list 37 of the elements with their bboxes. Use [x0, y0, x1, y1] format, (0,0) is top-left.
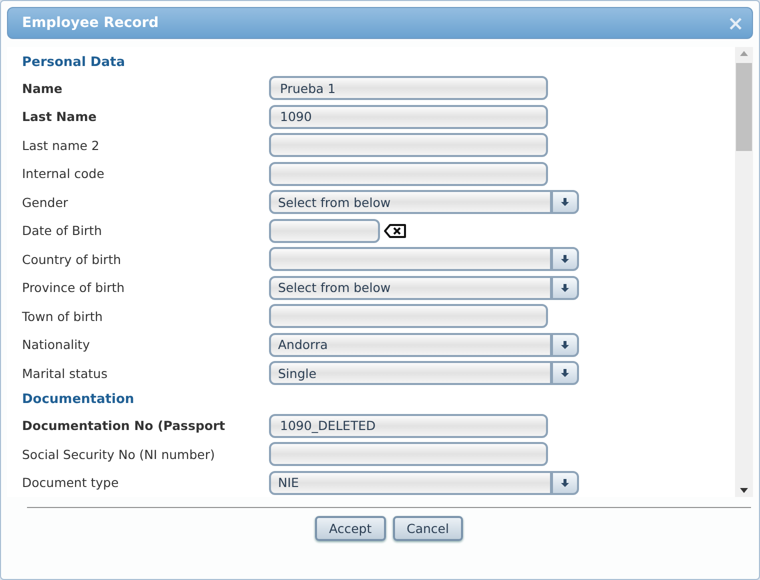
text-field[interactable]	[269, 304, 548, 328]
field-label: Town of birth	[22, 308, 104, 324]
field-label: Last name 2	[22, 138, 100, 153]
arrow-down-icon	[560, 478, 570, 488]
section-heading: Personal Data	[22, 54, 125, 70]
field-label: Name	[22, 80, 64, 96]
text-field[interactable]: 1090_DELETED	[269, 414, 548, 438]
field-label: Internal code	[22, 166, 106, 182]
clear-icon[interactable]	[384, 224, 407, 238]
dialog-button[interactable]: Accept	[315, 516, 386, 541]
scrollbar[interactable]	[735, 47, 753, 497]
text-field[interactable]	[269, 162, 548, 186]
field-label: Social Security No (NI number)	[22, 446, 216, 462]
text-field[interactable]	[269, 442, 548, 466]
scrollbar-thumb[interactable]	[736, 63, 752, 151]
date-field[interactable]	[269, 218, 380, 243]
arrow-down-icon	[560, 197, 570, 208]
dropdown[interactable]	[269, 247, 579, 272]
text-field[interactable]	[269, 133, 548, 158]
field-label: Province of birth	[22, 280, 126, 296]
text-field[interactable]: Prueba 1	[269, 76, 548, 100]
field-label: Last Name	[22, 109, 98, 124]
dialog-button[interactable]: Cancel	[392, 516, 463, 541]
section-heading: Documentation	[22, 392, 134, 407]
field-label: Documentation No (Passport	[22, 418, 226, 434]
field-label: Country of birth	[22, 252, 122, 267]
arrow-down-icon	[560, 368, 570, 378]
window-title: Employee Record	[22, 15, 159, 31]
text-field[interactable]: 1090	[269, 104, 548, 129]
field-label: Date of Birth	[22, 223, 103, 238]
field-label: Document type	[22, 475, 120, 490]
arrow-down-icon	[560, 282, 570, 293]
arrow-down-icon	[560, 340, 570, 350]
arrow-down-icon	[560, 254, 570, 264]
field-label: Nationality	[22, 337, 91, 352]
field-label: Marital status	[22, 366, 108, 381]
field-label: Gender	[22, 194, 70, 210]
